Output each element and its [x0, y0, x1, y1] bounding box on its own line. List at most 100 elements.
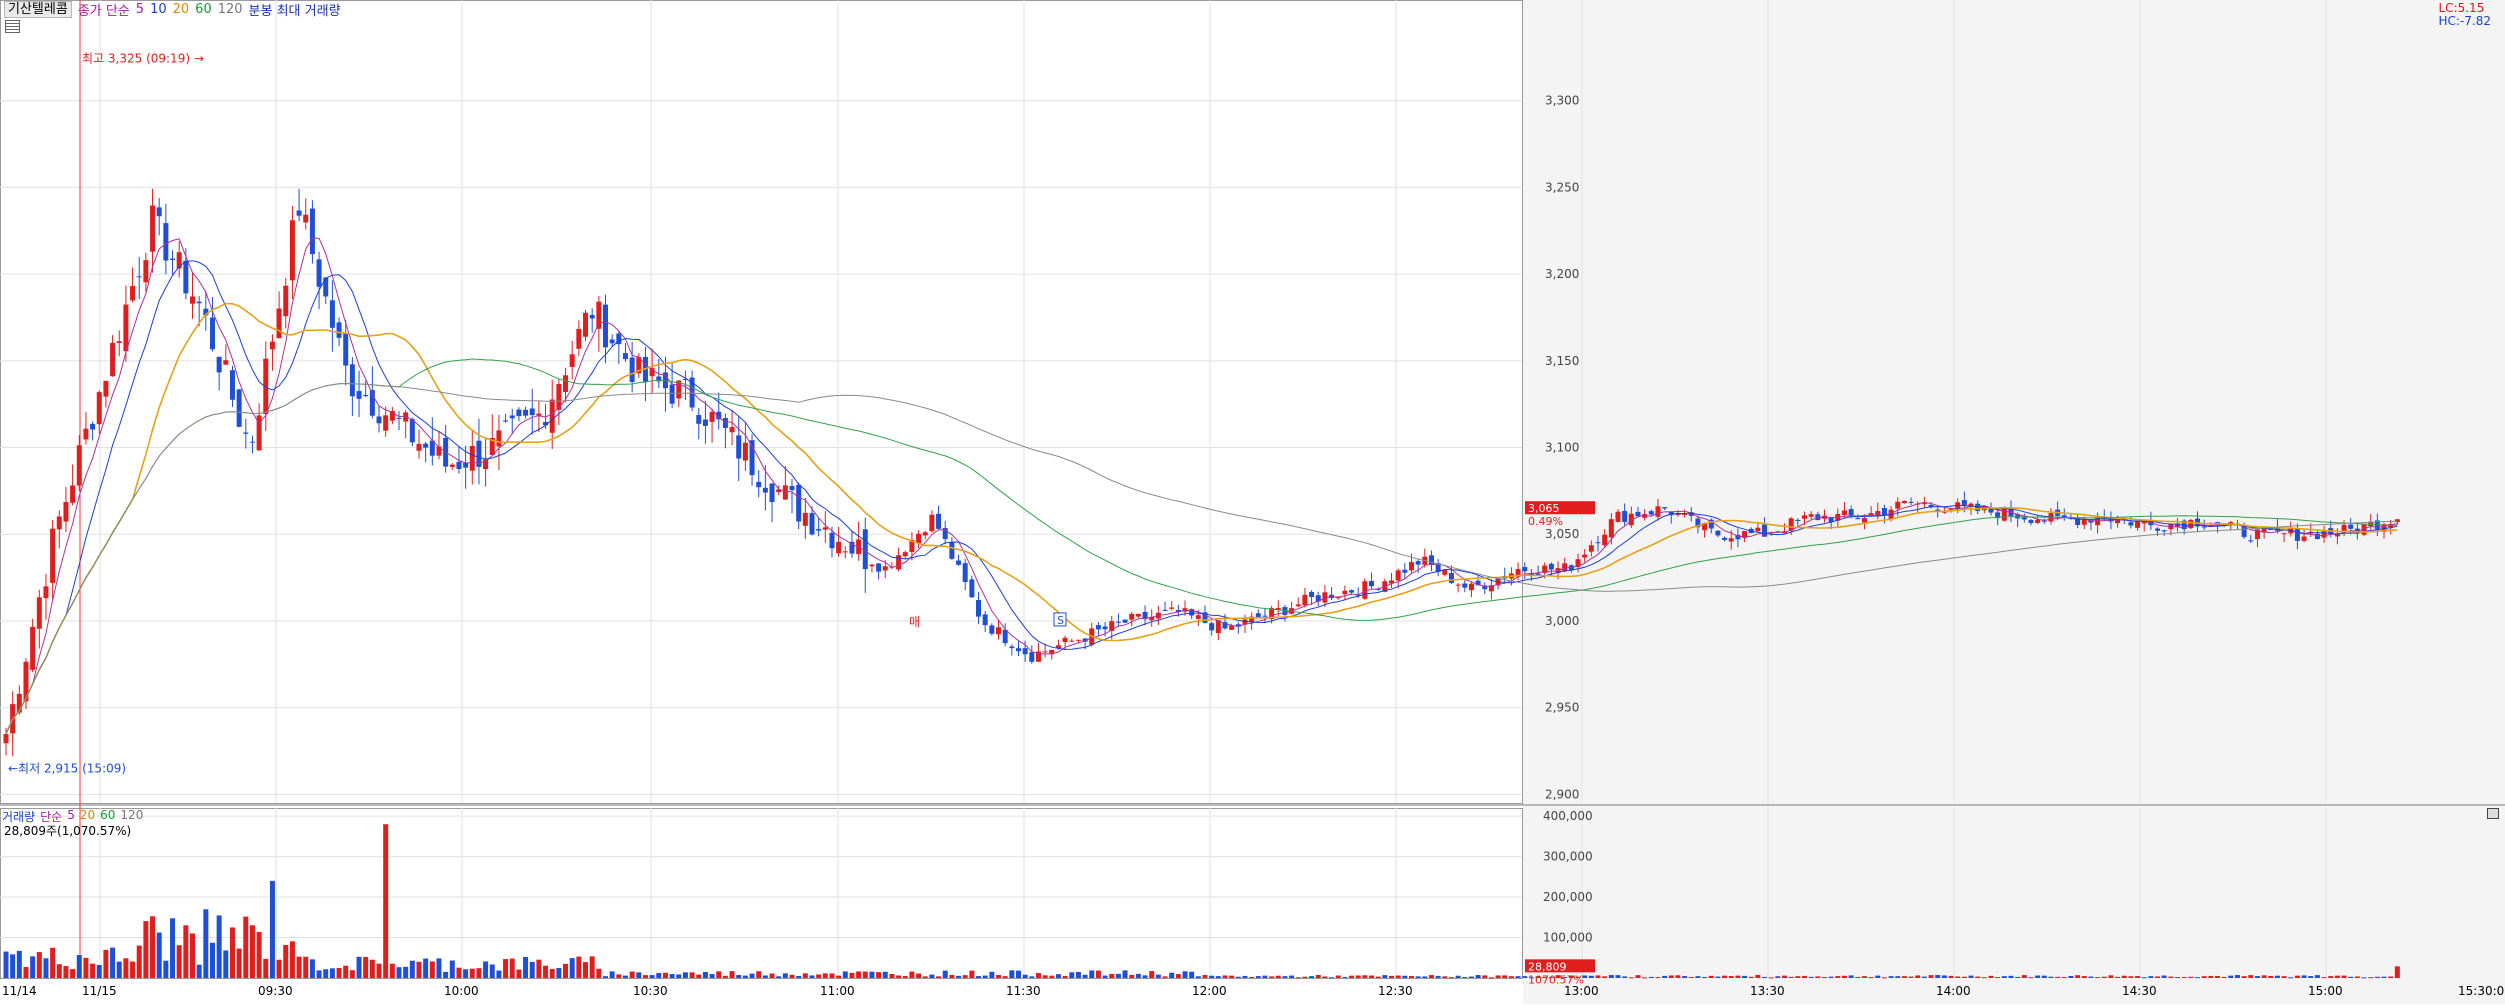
volume-bar [982, 975, 988, 978]
volume-bar [1981, 977, 1987, 979]
volume-bar [443, 971, 449, 978]
candle-body [596, 301, 602, 329]
candle-body [503, 420, 509, 422]
price-panel-frame [0, 0, 1523, 804]
candle-body [816, 528, 822, 531]
candle-body [1762, 524, 1768, 537]
candle-body [1795, 519, 1801, 521]
volume-bar [809, 975, 815, 978]
x-tick-label: 15:30:00 [2458, 984, 2505, 998]
volume-bar [1648, 976, 1654, 978]
stock-chart[interactable]: 11/14 11/15 09:30 10:00 10:30 11:00 11:30 12:00… [0, 0, 2505, 1004]
candle-body [1415, 561, 1421, 565]
volume-bar [2314, 975, 2320, 978]
volume-bar [902, 976, 908, 978]
candle-body [296, 210, 302, 216]
ma-label-60: 60 [195, 1, 212, 17]
volume-bar [629, 971, 635, 978]
volume-bar [1062, 976, 1068, 978]
volume-bar [543, 965, 549, 978]
volume-bar [343, 965, 349, 978]
volume-bar [536, 959, 542, 978]
volume-bar [1162, 976, 1168, 978]
volume-bar [469, 968, 475, 978]
volume-bar [1342, 977, 1348, 979]
volume-bar [2001, 976, 2007, 978]
volume-bar [796, 975, 802, 978]
candle-body [2294, 528, 2300, 541]
candle-body [976, 600, 982, 617]
volume-bar [1748, 976, 1754, 978]
volume-bar [323, 969, 329, 978]
candle-body [30, 626, 36, 670]
volume-bar [2175, 977, 2181, 979]
candle-body [1808, 514, 1814, 517]
ma-label-20: 20 [172, 1, 190, 17]
volume-bar [110, 947, 116, 978]
candle-body [469, 445, 475, 471]
candle-body [1302, 594, 1308, 606]
candle-body [1988, 508, 1994, 513]
ma-prefix: 종가 단순 [77, 3, 130, 19]
volume-bar [1122, 970, 1128, 978]
volume-bar [1202, 974, 1208, 978]
volume-bar [2075, 975, 2081, 978]
volume-bar [1941, 975, 1947, 978]
candle-body [589, 314, 595, 319]
volume-bar [1169, 972, 1175, 978]
volume-bar [1515, 976, 1521, 978]
candle-body [50, 528, 56, 583]
menu-icon[interactable] [5, 20, 20, 33]
volume-bar [1055, 974, 1061, 978]
volume-bar [1522, 976, 1528, 978]
candle-body [929, 514, 935, 532]
candle-body [696, 415, 702, 424]
volume-bar [563, 963, 569, 978]
stock-name[interactable]: 기산텔레콤 [4, 0, 72, 18]
volume-bar [529, 961, 535, 978]
candle-body [836, 541, 842, 554]
volume-bar [1795, 976, 1801, 978]
volume-bar [2055, 976, 2061, 978]
volume-bar [1841, 975, 1847, 978]
volume-bar [1928, 975, 1934, 978]
volume-bar [702, 972, 708, 978]
volume-bar [1662, 975, 1668, 978]
volume-bar [882, 971, 888, 978]
ma-label-120: 120 [217, 1, 243, 17]
candle-body [2041, 520, 2047, 522]
volume-bar [1715, 976, 1721, 978]
candle-body [83, 428, 89, 440]
candle-body [2348, 524, 2354, 529]
candle-body [409, 419, 415, 443]
volume-bar [2081, 976, 2087, 978]
candle-body [1195, 615, 1201, 619]
volume-panel-toggle-icon[interactable] [2487, 808, 2499, 819]
candle-body [1455, 584, 1461, 586]
volume-bar [1415, 976, 1421, 978]
chart-canvas[interactable]: 11/14 11/15 09:30 10:00 10:30 11:00 11:30 12:00… [0, 0, 2505, 1004]
candle-body [183, 260, 189, 294]
y-tick-label: 3,200 [1545, 267, 1579, 281]
volume-bar [396, 967, 402, 978]
volume-bar [1502, 975, 1508, 978]
volume-bar [463, 969, 469, 978]
volume-bar [183, 925, 189, 978]
candle-body [1635, 511, 1641, 517]
volume-bar [476, 968, 482, 978]
candle-body [1428, 555, 1434, 566]
volume-bar [1881, 977, 1887, 979]
volume-bar [2374, 976, 2380, 978]
volume-bar [2088, 976, 2094, 978]
candle-body [289, 220, 295, 281]
volume-bar [596, 968, 602, 978]
volume-bar [1175, 974, 1181, 978]
volume-bar [416, 961, 422, 978]
candle-body [1588, 545, 1594, 552]
candle-body [3, 734, 9, 744]
volume-bar [916, 973, 922, 978]
candle-body [249, 441, 255, 443]
volume-bar [170, 918, 176, 978]
volume-bar [556, 967, 562, 978]
volume-bar [1608, 975, 1614, 978]
